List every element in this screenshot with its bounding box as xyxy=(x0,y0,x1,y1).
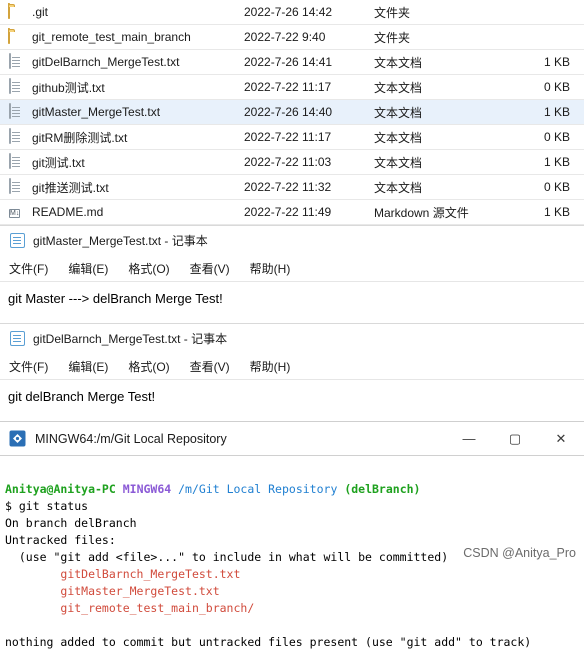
file-date: 2022-7-22 11:17 xyxy=(244,130,332,144)
file-type: 文本文档 xyxy=(374,105,423,120)
file-date: 2022-7-26 14:42 xyxy=(244,5,333,19)
file-size: 0 KB xyxy=(543,180,570,194)
prompt-branch: (delBranch) xyxy=(344,482,421,496)
file-name: git测试.txt xyxy=(32,155,85,170)
file-name: .git xyxy=(32,5,49,19)
notepad-titlebar[interactable]: gitDelBarnch_MergeTest.txt - 记事本 xyxy=(0,324,584,353)
file-row[interactable]: gitDelBarnch_MergeTest.txt 2022-7-26 14:… xyxy=(0,50,584,75)
file-date: 2022-7-22 11:49 xyxy=(244,205,332,219)
terminal-summary-quoted: "git add" xyxy=(399,635,462,649)
file-type: 文本文档 xyxy=(374,55,423,70)
text-document-icon xyxy=(8,127,25,146)
untracked-file: git_remote_test_main_branch/ xyxy=(60,601,255,615)
file-date: 2022-7-22 11:17 xyxy=(244,80,332,94)
file-size: 1 KB xyxy=(543,105,570,119)
menu-edit[interactable]: 编辑(E) xyxy=(68,358,108,375)
file-date: 2022-7-22 11:03 xyxy=(244,155,332,169)
file-name: github测试.txt xyxy=(32,80,105,95)
file-row[interactable]: M↓ README.md 2022-7-22 11:49 Markdown 源文… xyxy=(0,200,584,225)
untracked-file: gitDelBarnch_MergeTest.txt xyxy=(60,567,241,581)
file-name: README.md xyxy=(32,205,104,219)
text-document-icon xyxy=(8,177,25,196)
terminal-summary-prefix: nothing added to commit but untracked fi… xyxy=(5,635,400,649)
file-row[interactable]: .git 2022-7-26 14:42 文件夹 xyxy=(0,0,584,25)
text-document-icon xyxy=(8,77,25,96)
menu-view[interactable]: 查看(V) xyxy=(190,260,230,277)
terminal-branch-line: On branch delBranch xyxy=(5,516,137,530)
menu-view[interactable]: 查看(V) xyxy=(190,358,230,375)
file-name: git推送测试.txt xyxy=(32,180,109,195)
terminal-summary-suffix: to track) xyxy=(461,635,532,649)
file-type: 文本文档 xyxy=(374,80,423,95)
file-name: gitRM删除测试.txt xyxy=(32,130,128,145)
file-type: Markdown 源文件 xyxy=(374,205,469,220)
notepad-title: gitDelBarnch_MergeTest.txt - 记事本 xyxy=(33,332,228,346)
text-document-icon xyxy=(8,152,25,171)
maximize-button[interactable]: ▢ xyxy=(492,422,538,455)
file-size: 1 KB xyxy=(543,205,570,219)
file-name: git_remote_test_main_branch xyxy=(32,30,191,44)
menu-help[interactable]: 帮助(H) xyxy=(250,260,291,277)
notepad-window-master: gitMaster_MergeTest.txt - 记事本 文件(F) 编辑(E… xyxy=(0,225,584,323)
notepad-menubar: 文件(F) 编辑(E) 格式(O) 查看(V) 帮助(H) xyxy=(0,255,584,282)
file-row[interactable]: github测试.txt 2022-7-22 11:17 文本文档 0 KB xyxy=(0,75,584,100)
file-name: gitMaster_MergeTest.txt xyxy=(32,105,161,119)
file-row[interactable]: git推送测试.txt 2022-7-22 11:32 文本文档 0 KB xyxy=(0,175,584,200)
text-document-icon xyxy=(8,52,25,71)
menu-file[interactable]: 文件(F) xyxy=(9,260,48,277)
menu-format[interactable]: 格式(O) xyxy=(128,260,169,277)
minimize-button[interactable]: — xyxy=(446,422,492,455)
terminal-titlebar[interactable]: MINGW64:/m/Git Local Repository — ▢ ✕ xyxy=(0,422,584,455)
notepad-text-area[interactable]: git delBranch Merge Test! xyxy=(0,380,584,421)
notepad-icon xyxy=(10,331,25,346)
folder-icon xyxy=(8,2,25,21)
file-date: 2022-7-22 11:32 xyxy=(244,180,332,194)
prompt-path: /m/Git Local Repository xyxy=(178,482,338,496)
file-size: 1 KB xyxy=(543,55,570,69)
terminal-untracked-label: Untracked files: xyxy=(5,533,116,547)
menu-file[interactable]: 文件(F) xyxy=(9,358,48,375)
file-name: gitDelBarnch_MergeTest.txt xyxy=(32,55,180,69)
terminal-hint-suffix: to include in what will be committed) xyxy=(185,550,449,564)
file-row[interactable]: git测试.txt 2022-7-22 11:03 文本文档 1 KB xyxy=(0,150,584,175)
file-type: 文本文档 xyxy=(374,180,423,195)
notepad-titlebar[interactable]: gitMaster_MergeTest.txt - 记事本 xyxy=(0,226,584,255)
folder-icon xyxy=(8,27,25,46)
file-row[interactable]: git_remote_test_main_branch 2022-7-22 9:… xyxy=(0,25,584,50)
text-document-icon xyxy=(8,102,25,121)
file-type: 文本文档 xyxy=(374,155,423,170)
file-row-selected[interactable]: gitMaster_MergeTest.txt 2022-7-26 14:40 … xyxy=(0,100,584,125)
mingw64-terminal-window: MINGW64:/m/Git Local Repository — ▢ ✕ An… xyxy=(0,421,584,652)
file-row[interactable]: gitRM删除测试.txt 2022-7-22 11:17 文本文档 0 KB xyxy=(0,125,584,150)
file-type: 文本文档 xyxy=(374,130,423,145)
file-size: 0 KB xyxy=(543,80,570,94)
watermark: CSDN @Anitya_Pro xyxy=(463,546,576,560)
terminal-hint-prefix: (use xyxy=(5,550,54,564)
notepad-icon xyxy=(10,233,25,248)
untracked-file: gitMaster_MergeTest.txt xyxy=(60,584,220,598)
notepad-text-area[interactable]: git Master ---> delBranch Merge Test! xyxy=(0,282,584,323)
markdown-icon: M↓ xyxy=(9,208,21,218)
notepad-menubar: 文件(F) 编辑(E) 格式(O) 查看(V) 帮助(H) xyxy=(0,353,584,380)
close-button[interactable]: ✕ xyxy=(538,422,584,455)
file-size: 1 KB xyxy=(543,155,570,169)
menu-format[interactable]: 格式(O) xyxy=(128,358,169,375)
menu-edit[interactable]: 编辑(E) xyxy=(68,260,108,277)
git-bash-icon xyxy=(9,430,26,447)
file-date: 2022-7-22 9:40 xyxy=(244,30,326,44)
notepad-window-delbranch: gitDelBarnch_MergeTest.txt - 记事本 文件(F) 编… xyxy=(0,323,584,421)
terminal-title: MINGW64:/m/Git Local Repository xyxy=(35,431,227,446)
prompt-user: Anitya@Anitya-PC xyxy=(5,482,116,496)
terminal-command: $ git status xyxy=(5,499,89,513)
menu-help[interactable]: 帮助(H) xyxy=(250,358,291,375)
file-type: 文件夹 xyxy=(374,30,411,45)
file-type: 文件夹 xyxy=(374,5,411,20)
file-size: 0 KB xyxy=(543,130,570,144)
file-date: 2022-7-26 14:40 xyxy=(244,105,333,119)
file-date: 2022-7-26 14:41 xyxy=(244,55,333,69)
notepad-title: gitMaster_MergeTest.txt - 记事本 xyxy=(33,234,208,248)
file-explorer-list: .git 2022-7-26 14:42 文件夹 git_remote_test… xyxy=(0,0,584,225)
prompt-shell: MINGW64 xyxy=(122,482,172,496)
terminal-hint-quoted: "git add <file>..." xyxy=(53,550,186,564)
